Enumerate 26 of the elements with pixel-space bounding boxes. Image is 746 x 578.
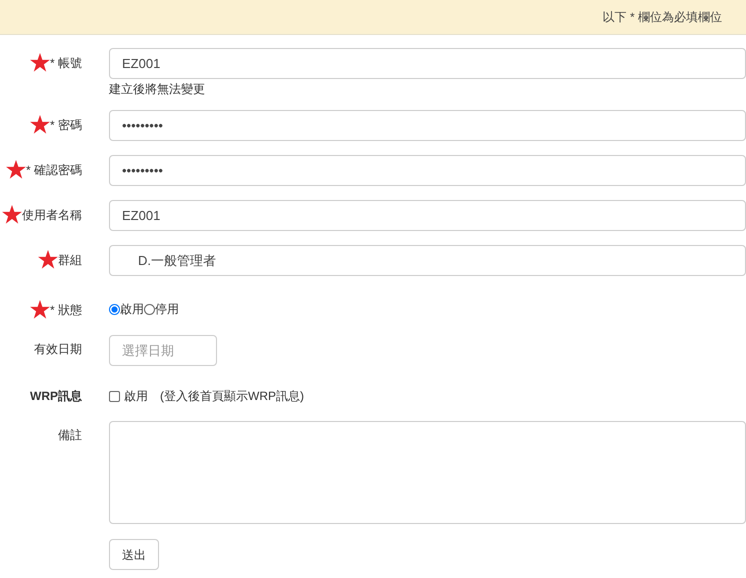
radio-button[interactable]: [144, 304, 155, 314]
field-label: 使用者名稱: [22, 206, 82, 224]
input-field[interactable]: •••••••••: [109, 110, 746, 141]
field-label: * 密碼: [50, 116, 82, 134]
field-label: 群組: [58, 252, 82, 268]
radio-label[interactable]: 停用: [155, 300, 179, 318]
input-field[interactable]: EZ001: [109, 200, 746, 231]
field-label: * 確認密碼: [26, 162, 82, 178]
radio-button[interactable]: [109, 304, 120, 314]
radio-label[interactable]: 啟用: [120, 300, 144, 318]
input-field[interactable]: •••••••••: [109, 155, 746, 186]
field-label: 有效日期: [34, 341, 82, 358]
checkbox-label[interactable]: 啟用: [124, 387, 148, 405]
field-label: 備註: [58, 427, 82, 444]
notes-field[interactable]: [109, 421, 746, 524]
submit-button[interactable]: 送出: [109, 539, 159, 570]
checkbox-note: (登入後首頁顯示WRP訊息): [160, 388, 304, 405]
input-field[interactable]: EZ001: [109, 48, 746, 79]
field-label: WRP訊息: [30, 388, 82, 405]
field-label: * 狀態: [50, 302, 82, 318]
field-hint: 建立後將無法變更: [109, 81, 206, 98]
field-label: * 帳號: [50, 54, 82, 72]
required-note: 以下 * 欄位為必填欄位: [602, 9, 722, 26]
date-field[interactable]: 選擇日期: [109, 335, 217, 366]
checkbox[interactable]: [109, 390, 120, 402]
group-select[interactable]: D.一般管理者: [109, 245, 746, 276]
